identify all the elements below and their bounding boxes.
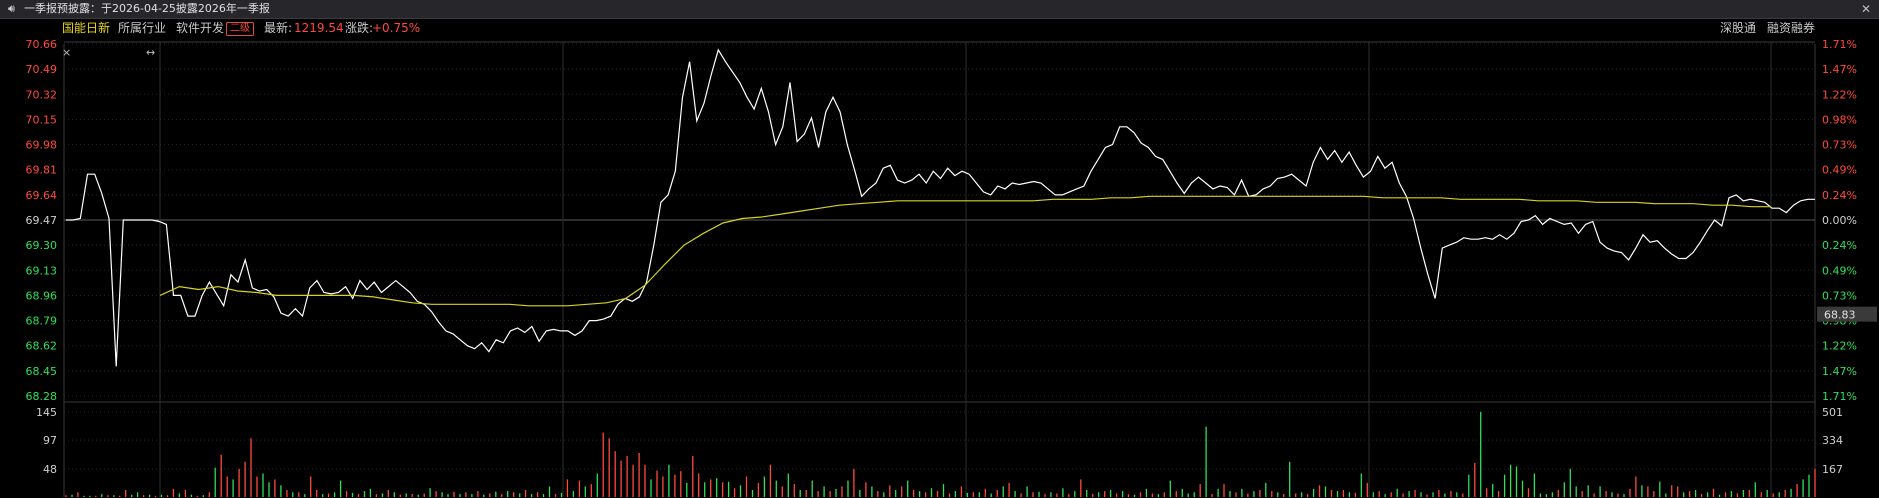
- intraday-chart[interactable]: 70.66 1.71% 70.49 1.47% 70.32 1.22% 70.15 0.98%…: [0, 0, 1879, 498]
- current-value-label: 68.83: [1824, 309, 1856, 322]
- volume-left-tick: 97: [43, 434, 57, 447]
- left-tick-label: 68.96: [26, 289, 58, 302]
- left-tick-label: 69.47: [26, 214, 58, 227]
- right-tick-label: 0.73%: [1822, 139, 1857, 152]
- right-tick-label: 0.98%: [1822, 113, 1857, 126]
- volume-left-tick: 145: [36, 406, 57, 419]
- left-tick-label: 70.32: [26, 88, 58, 101]
- right-tick-label: 1.71%: [1822, 390, 1857, 403]
- left-tick-label: 69.81: [26, 164, 58, 177]
- left-tick-label: 69.13: [26, 264, 58, 277]
- axis-ticks: 70.66 1.71% 70.49 1.47% 70.32 1.22% 70.15 0.98%…: [26, 38, 1877, 476]
- right-tick-label: 0.24%: [1822, 239, 1857, 252]
- price-lines: [66, 48, 1815, 367]
- right-tick-label: 1.22%: [1822, 340, 1857, 353]
- right-tick-label: 0.49%: [1822, 264, 1857, 277]
- left-tick-label: 68.28: [26, 390, 58, 403]
- right-tick-label: 1.22%: [1822, 88, 1857, 101]
- left-tick-label: 68.79: [26, 315, 58, 328]
- left-tick-label: 69.30: [26, 239, 58, 252]
- right-tick-label: 1.47%: [1822, 365, 1857, 378]
- right-tick-label: 1.47%: [1822, 63, 1857, 76]
- right-tick-label: 1.71%: [1822, 38, 1857, 51]
- chart-controls: × ↔: [62, 46, 155, 59]
- volume-right-tick: 167: [1822, 463, 1843, 476]
- left-tick-label: 68.45: [26, 365, 58, 378]
- chart-grid: [63, 41, 1816, 497]
- volume-left-tick: 48: [43, 463, 57, 476]
- left-tick-label: 69.98: [26, 139, 58, 152]
- resize-arrows-icon[interactable]: ↔: [146, 46, 155, 59]
- left-tick-label: 68.62: [26, 340, 58, 353]
- volume-right-tick: 501: [1822, 406, 1843, 419]
- right-tick-label: 0.24%: [1822, 189, 1857, 202]
- volume-right-tick: 334: [1822, 434, 1843, 447]
- left-tick-label: 70.49: [26, 63, 58, 76]
- right-tick-label: 0.73%: [1822, 289, 1857, 302]
- left-tick-label: 70.66: [26, 38, 58, 51]
- price-line: [66, 48, 1815, 367]
- chart-close-icon[interactable]: ×: [62, 46, 71, 59]
- left-tick-label: 70.15: [26, 113, 58, 126]
- left-tick-label: 69.64: [26, 189, 58, 202]
- volume-bars: [65, 411, 1816, 497]
- right-tick-label: 0.00%: [1822, 214, 1857, 227]
- right-tick-label: 0.49%: [1822, 164, 1857, 177]
